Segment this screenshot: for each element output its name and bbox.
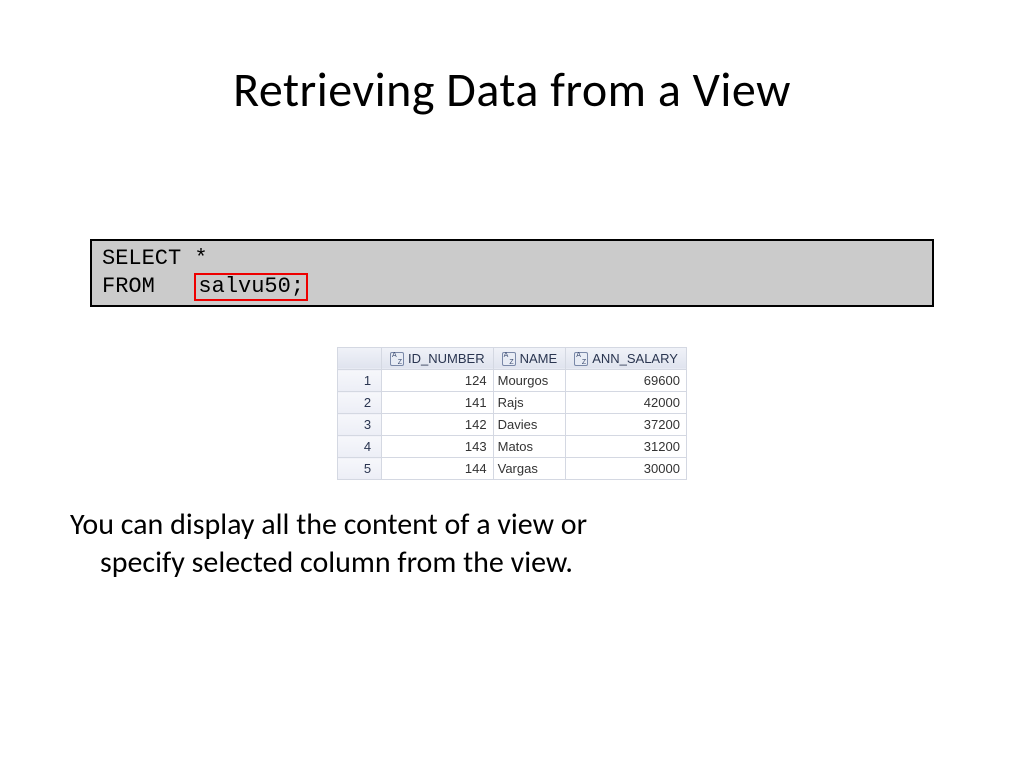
cell-name: Davies <box>493 414 566 436</box>
result-body: 1 124 Mourgos 69600 2 141 Rajs 42000 3 1… <box>338 370 687 480</box>
sql-code-block: SELECT * FROM salvu50; <box>90 239 934 307</box>
cell-name: Matos <box>493 436 566 458</box>
body-line-2: specify selected column from the view. <box>70 544 954 582</box>
sql-keyword-from: FROM <box>102 274 155 299</box>
cell-salary: 42000 <box>566 392 687 414</box>
cell-salary: 31200 <box>566 436 687 458</box>
cell-name: Rajs <box>493 392 566 414</box>
sql-gap <box>155 274 195 299</box>
row-number: 3 <box>338 414 382 436</box>
sql-keyword-select: SELECT <box>102 246 181 271</box>
cell-salary: 69600 <box>566 370 687 392</box>
cell-salary: 30000 <box>566 458 687 480</box>
col-header-id-number: ID_NUMBER <box>382 347 494 370</box>
column-sort-icon <box>502 352 516 366</box>
row-number: 1 <box>338 370 382 392</box>
table-row: 1 124 Mourgos 69600 <box>338 370 687 392</box>
col-label: ANN_SALARY <box>592 351 678 366</box>
table-row: 4 143 Matos 31200 <box>338 436 687 458</box>
table-row: 5 144 Vargas 30000 <box>338 458 687 480</box>
column-sort-icon <box>574 352 588 366</box>
corner-cell <box>338 347 382 370</box>
cell-id: 124 <box>382 370 494 392</box>
body-line-1: You can display all the content of a vie… <box>70 506 587 543</box>
row-number: 4 <box>338 436 382 458</box>
row-number: 2 <box>338 392 382 414</box>
cell-id: 144 <box>382 458 494 480</box>
cell-id: 141 <box>382 392 494 414</box>
column-sort-icon <box>390 352 404 366</box>
table-row: 3 142 Davies 37200 <box>338 414 687 436</box>
row-number: 5 <box>338 458 382 480</box>
col-label: ID_NUMBER <box>408 351 485 366</box>
sql-select-rest: * <box>181 246 207 271</box>
highlighted-view-name: salvu50; <box>194 273 308 301</box>
cell-id: 142 <box>382 414 494 436</box>
result-grid-wrap: ID_NUMBER NAME ANN_SALARY 1 124 Mourgos … <box>70 347 954 481</box>
col-header-ann-salary: ANN_SALARY <box>566 347 687 370</box>
cell-salary: 37200 <box>566 414 687 436</box>
header-row: ID_NUMBER NAME ANN_SALARY <box>338 347 687 370</box>
result-grid: ID_NUMBER NAME ANN_SALARY 1 124 Mourgos … <box>337 347 687 481</box>
col-header-name: NAME <box>493 347 566 370</box>
cell-id: 143 <box>382 436 494 458</box>
col-label: NAME <box>520 351 558 366</box>
slide-title: Retrieving Data from a View <box>70 60 954 119</box>
cell-name: Vargas <box>493 458 566 480</box>
body-paragraph: You can display all the content of a vie… <box>70 506 954 581</box>
table-row: 2 141 Rajs 42000 <box>338 392 687 414</box>
cell-name: Mourgos <box>493 370 566 392</box>
slide: Retrieving Data from a View SELECT * FRO… <box>0 0 1024 768</box>
